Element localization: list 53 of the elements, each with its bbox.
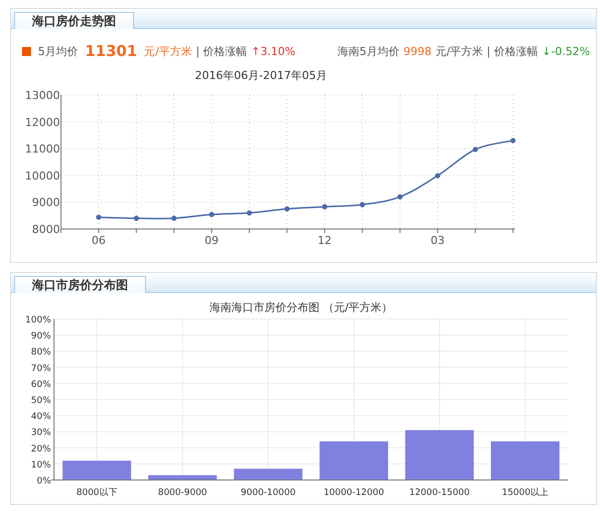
axis-label: 8000	[32, 223, 60, 236]
axis-label: 10000	[25, 169, 60, 182]
data-point	[397, 194, 403, 200]
panel-tab[interactable]: 海口房价走势图	[14, 12, 134, 29]
axis-label: 30%	[30, 428, 51, 438]
axis-label: 15000以上	[502, 488, 548, 498]
price-change: ↓-0.52%	[542, 44, 590, 58]
axis-label: 20%	[30, 444, 51, 454]
axis-label: 60%	[30, 380, 51, 390]
axis-label: 10000-12000	[324, 488, 384, 498]
axis-label: 8000以下	[76, 488, 118, 498]
data-point	[134, 216, 139, 221]
axis-label: 90%	[30, 332, 51, 342]
price-value: 11301	[85, 42, 138, 60]
data-point	[96, 214, 102, 220]
axis-label: 12000	[25, 116, 60, 129]
data-point	[284, 206, 290, 212]
axis-label: 03	[430, 234, 445, 245]
axis-label: 100%	[25, 316, 51, 326]
axis-label: 12	[318, 234, 332, 245]
change-label: 元/平方米 | 价格涨幅	[435, 44, 538, 58]
axis-label: 8000-9000	[158, 488, 208, 498]
data-point	[472, 146, 478, 152]
data-point	[510, 138, 516, 144]
data-point	[322, 204, 328, 210]
axis-label: 0%	[36, 476, 51, 486]
data-point	[209, 212, 214, 218]
square-icon	[22, 46, 31, 56]
axis-label: 40%	[30, 412, 51, 422]
axis-label: 13000	[25, 89, 60, 102]
price-label: 海南5月均价	[337, 44, 400, 58]
axis-label: 9000-10000	[240, 488, 296, 498]
axis-label: 70%	[30, 364, 51, 374]
axis-label: 11000	[25, 142, 60, 156]
axis-label: 50%	[30, 396, 51, 406]
axis-label: 12000-15000	[409, 488, 470, 498]
chart-title: 海南海口市房价分布图 （元/平方米）	[209, 301, 393, 314]
chart-title: 2016年06月-2017年05月	[195, 69, 327, 82]
change-label: | 价格涨幅	[196, 44, 248, 58]
data-point	[246, 210, 252, 216]
panel-tab[interactable]: 海口市房价分布图	[14, 276, 146, 293]
price-value: 9998	[403, 44, 432, 58]
data-point	[360, 202, 365, 208]
axis-label: 9000	[32, 196, 60, 210]
axis-label: 10%	[30, 460, 51, 470]
price-unit: 元/平方米	[144, 44, 192, 58]
data-point	[435, 173, 440, 178]
price-label: 5月均价	[38, 44, 78, 58]
price-change: ↑3.10%	[251, 44, 296, 58]
axis-label: 80%	[30, 348, 51, 358]
data-point	[171, 216, 177, 221]
axis-label: 09	[204, 234, 219, 245]
axis-label: 06	[92, 234, 106, 245]
